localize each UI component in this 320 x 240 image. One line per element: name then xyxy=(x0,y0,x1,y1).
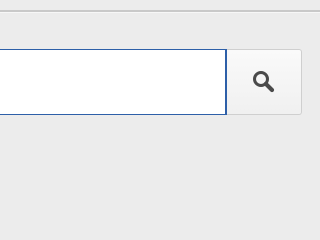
top-divider xyxy=(0,10,320,13)
search-icon xyxy=(253,71,275,93)
search-input[interactable] xyxy=(0,49,227,115)
search-button[interactable] xyxy=(227,49,302,115)
search-bar xyxy=(0,49,304,117)
